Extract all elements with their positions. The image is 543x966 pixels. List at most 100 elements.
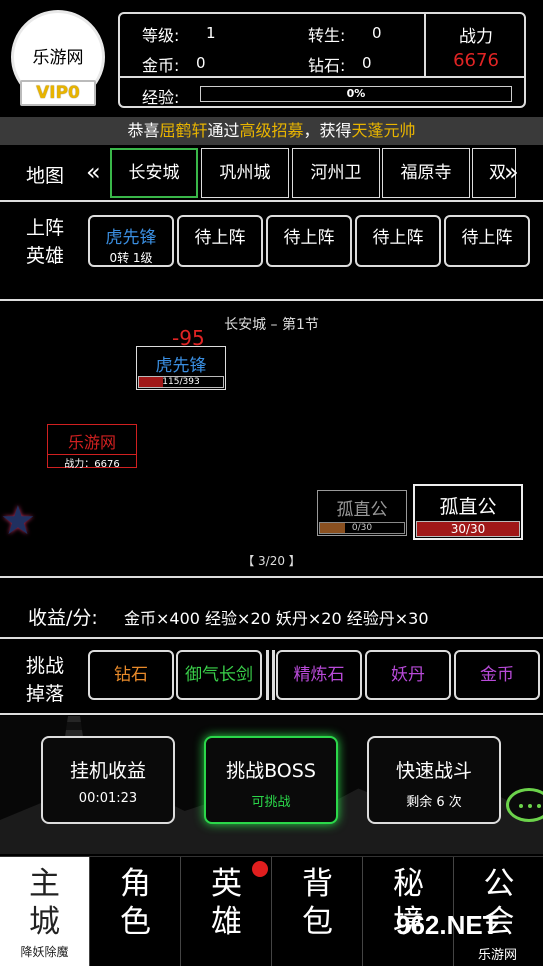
level-label: 等级: [142,26,180,45]
power-label: 战力 [459,27,493,47]
nav-backpack[interactable]: 背 包 [273,857,363,966]
battle-field: 长安城 – 第1节 -95 虎先锋 115/393 乐游网 战力：6676 ★ … [0,302,543,578]
map-label: 地图 [26,165,65,187]
drop-item-gold[interactable]: 金币 [454,650,540,700]
enemy-unit-defeated[interactable]: 孤直公 0/30 [317,490,407,536]
map-tab-gongzhou[interactable]: 巩州城 [201,148,289,198]
nav-label: 包 [302,904,333,940]
enemy-defeated-name: 孤直公 [336,500,388,520]
watermark-sub: 乐游网 [478,948,518,963]
map-selector: 地图 « 长安城 巩州城 河州卫 福原寺 双 » [0,146,543,202]
map-prev-icon[interactable]: « [86,158,101,186]
hero-label-line2: 英雄 [26,245,65,267]
drop-item-refine-stone[interactable]: 精炼石 [276,650,362,700]
map-tab-changan[interactable]: 长安城 [110,148,198,198]
stage-title: 长安城 – 第1节 [224,317,319,333]
player-name: 乐游网 [67,433,116,452]
level-value: 1 [206,24,216,42]
hero-slot-3[interactable]: 待上阵 [266,215,352,267]
idle-income-timer: 00:01:23 [78,791,138,806]
stats-panel: 等级: 1 转生: 0 金币: 0 钻石: 0 战力 6676 经验: 0% [118,12,526,108]
nav-character[interactable]: 角 色 [91,857,181,966]
enemy-hp-text: 30/30 [450,522,486,536]
vip-badge[interactable]: VIP0 [20,80,96,106]
income-items: 金币×400 经验×20 妖丹×20 经验丹×30 [124,609,429,628]
announcement-reward: 天蓬元帅 [351,121,416,140]
enemy-defeated-hp-text: 0/30 [351,523,373,533]
nav-label: 雄 [211,904,242,940]
exp-progress-bar: 0% [200,86,512,102]
ally-name: 虎先锋 [155,356,207,376]
rebirth-value: 0 [372,24,382,42]
hero-slot-1[interactable]: 虎先锋 0转 1级 [88,215,174,267]
nav-main-city[interactable]: 主 城 降妖除魔 [0,857,90,966]
hero-slot-name: 待上阵 [283,228,335,248]
rebirth-label: 转生: [308,26,346,45]
hero-slot-name: 待上阵 [461,228,513,248]
quick-battle-title: 快速战斗 [395,760,472,782]
map-tab-hezhou[interactable]: 河州卫 [292,148,380,198]
announcement-player: 屈鹤轩 [159,121,208,140]
drops-row: 挑战 掉落 钻石 御气长剑 精炼石 妖丹 金币 [0,641,543,715]
quick-battle-button[interactable]: 快速战斗 剩余 6 次 [367,736,501,824]
wave-indicator: 【 3/20 】 [242,554,301,568]
exp-label: 经验: [142,88,180,107]
quick-battle-remaining: 剩余 6 次 [406,795,462,810]
idle-income-button[interactable]: 挂机收益 00:01:23 [41,736,175,824]
exp-percent: 0% [346,87,366,100]
action-panel: 挂机收益 00:01:23 挑战BOSS 可挑战 快速战斗 剩余 6 次 [0,716,543,854]
nav-label: 主 [29,866,60,902]
ally-hp-fill [139,377,164,387]
ally-hp-text: 115/393 [162,377,200,387]
challenge-boss-button[interactable]: 挑战BOSS 可挑战 [204,736,338,824]
nav-label: 公 [483,866,515,902]
income-row: 收益/分: 金币×400 经验×20 妖丹×20 经验丹×30 [0,579,543,639]
hero-slot-5[interactable]: 待上阵 [444,215,530,267]
map-next-icon[interactable]: » [504,158,519,186]
enemy-defeated-hp-fill [320,523,346,533]
player-power: 战力：6676 [48,454,136,470]
drops-divider [272,650,275,700]
announcement-middle2: ，获得 [303,121,352,140]
ally-hp-bar: 115/393 [138,376,224,388]
hero-label-line1: 上阵 [26,217,65,239]
drops-label-line2: 掉落 [26,683,65,705]
nav-label: 城 [29,904,60,940]
gold-label: 金币: [142,56,180,75]
announcement-middle: 通过 [207,121,240,140]
hero-slot-4[interactable]: 待上阵 [355,215,441,267]
avatar-name: 乐游网 [32,48,84,68]
diamond-value: 0 [362,54,372,72]
drop-item-demon-pill[interactable]: 妖丹 [365,650,451,700]
drop-item-sword[interactable]: 御气长剑 [176,650,262,700]
idle-income-title: 挂机收益 [69,760,146,782]
header: 乐游网 VIP0 等级: 1 转生: 0 金币: 0 钻石: 0 战力 6676… [0,0,543,116]
star-icon: ★ [0,498,36,544]
nav-label: 色 [120,904,151,940]
challenge-boss-status: 可挑战 [251,795,291,810]
nav-sublabel: 降妖除魔 [20,945,69,959]
challenge-boss-title: 挑战BOSS [226,760,316,782]
drops-label-line1: 挑战 [26,655,65,677]
announcement-method: 高级招募 [239,121,304,140]
drops-divider [266,650,269,700]
enemy-hp-bar: 30/30 [416,521,520,537]
nav-label: 背 [302,866,333,902]
hero-slot-name: 待上阵 [194,228,246,248]
hero-lineup: 上阵 英雄 虎先锋 0转 1级 待上阵 待上阵 待上阵 待上阵 [0,203,543,301]
income-label: 收益/分: [28,607,98,629]
player-unit[interactable]: 乐游网 战力：6676 [47,424,137,470]
hero-slot-level: 0转 1级 [109,251,153,265]
gold-value: 0 [196,54,206,72]
hero-slot-2[interactable]: 待上阵 [177,215,263,267]
watermark-logo: 962.NET [396,910,499,940]
announcement-banner: 恭喜屈鹤轩通过高级招募，获得天蓬元帅 [0,117,543,145]
enemy-name: 孤直公 [439,496,497,518]
divider [120,76,524,78]
notification-dot [252,861,268,877]
map-tab-fuyuan[interactable]: 福原寺 [382,148,470,198]
ally-unit[interactable]: 虎先锋 115/393 [136,346,226,390]
enemy-defeated-hp-bar: 0/30 [319,522,405,534]
drop-item-diamond[interactable]: 钻石 [88,650,174,700]
enemy-unit[interactable]: 孤直公 30/30 [413,484,523,540]
